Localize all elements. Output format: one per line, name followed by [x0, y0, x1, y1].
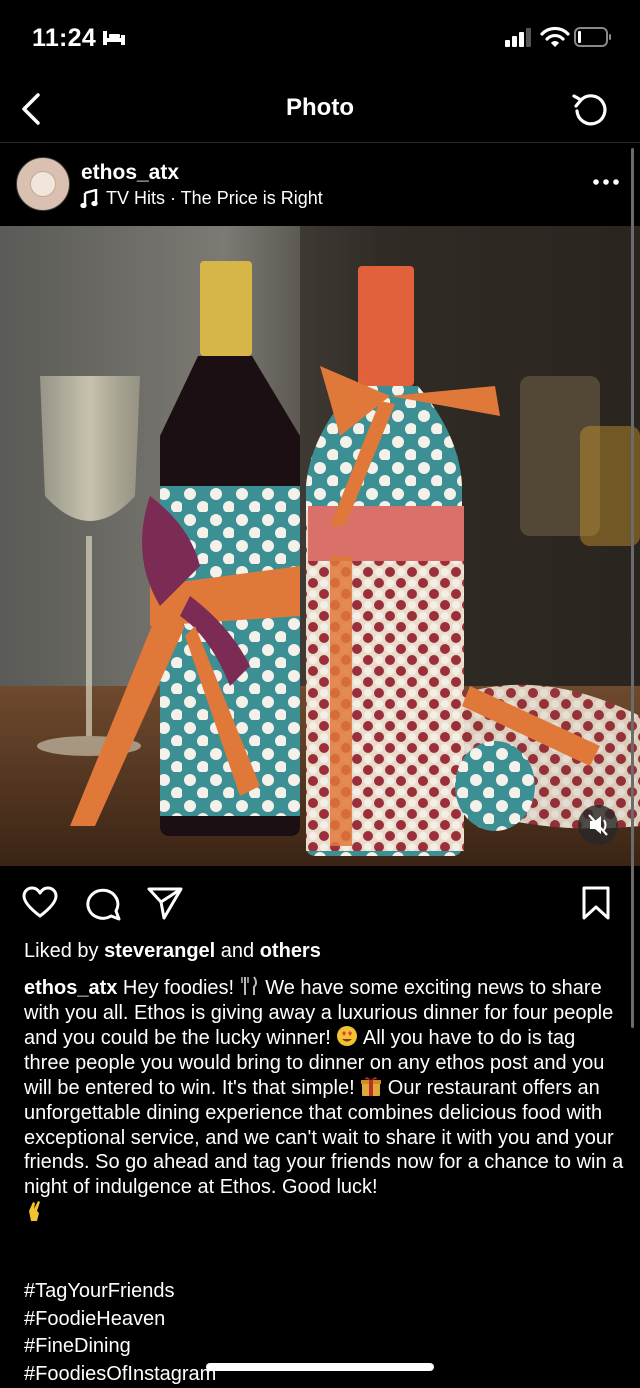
wifi-icon — [540, 25, 570, 49]
hashtag[interactable]: #FoodiesOfInstagram — [24, 1361, 216, 1388]
heart-eyes-emoji-icon — [336, 1025, 358, 1047]
hashtag[interactable]: #FineDining — [24, 1333, 216, 1361]
likes-middle: and — [215, 940, 259, 962]
speaker-muted-icon[interactable] — [578, 805, 618, 845]
bookmark-icon[interactable] — [580, 885, 612, 921]
battery-icon — [574, 27, 612, 47]
cellular-signal-icon — [504, 26, 534, 48]
heart-icon[interactable] — [21, 885, 59, 921]
music-note-icon — [80, 189, 98, 209]
likes-prefix: Liked by — [24, 940, 104, 962]
liked-by-others[interactable]: others — [260, 940, 321, 962]
liked-by-user[interactable]: steverangel — [104, 940, 215, 962]
refresh-icon[interactable] — [570, 90, 610, 128]
hashtag[interactable]: #TagYourFriends — [24, 1278, 216, 1306]
crossed-fingers-emoji-icon — [24, 1199, 46, 1223]
hashtag-list: #TagYourFriends #FoodieHeaven #FineDinin… — [24, 1278, 216, 1388]
caption-text-1: Hey foodies! — [117, 977, 239, 999]
page-title: Photo — [0, 94, 640, 122]
scrollbar[interactable] — [631, 148, 634, 1028]
post-username[interactable]: ethos_atx — [81, 161, 179, 185]
likes-summary[interactable]: Liked by steverangel and others — [24, 940, 321, 963]
audio-track[interactable]: TV Hits · The Price is Right — [106, 188, 323, 209]
gift-emoji-icon — [360, 1075, 382, 1097]
post-image[interactable] — [0, 226, 640, 866]
comment-bubble-icon[interactable] — [85, 885, 123, 921]
avatar-logo — [30, 171, 56, 197]
paper-plane-icon[interactable] — [146, 885, 184, 921]
home-indicator[interactable] — [206, 1363, 434, 1371]
post-caption: ethos_atx Hey foodies! We have some exci… — [24, 975, 624, 1227]
caption-username[interactable]: ethos_atx — [24, 977, 117, 999]
more-dots-icon[interactable] — [590, 172, 622, 192]
bed-icon — [102, 29, 126, 47]
hashtag[interactable]: #FoodieHeaven — [24, 1306, 216, 1334]
status-time: 11:24 — [32, 24, 96, 53]
fork-knife-icon — [240, 975, 260, 997]
